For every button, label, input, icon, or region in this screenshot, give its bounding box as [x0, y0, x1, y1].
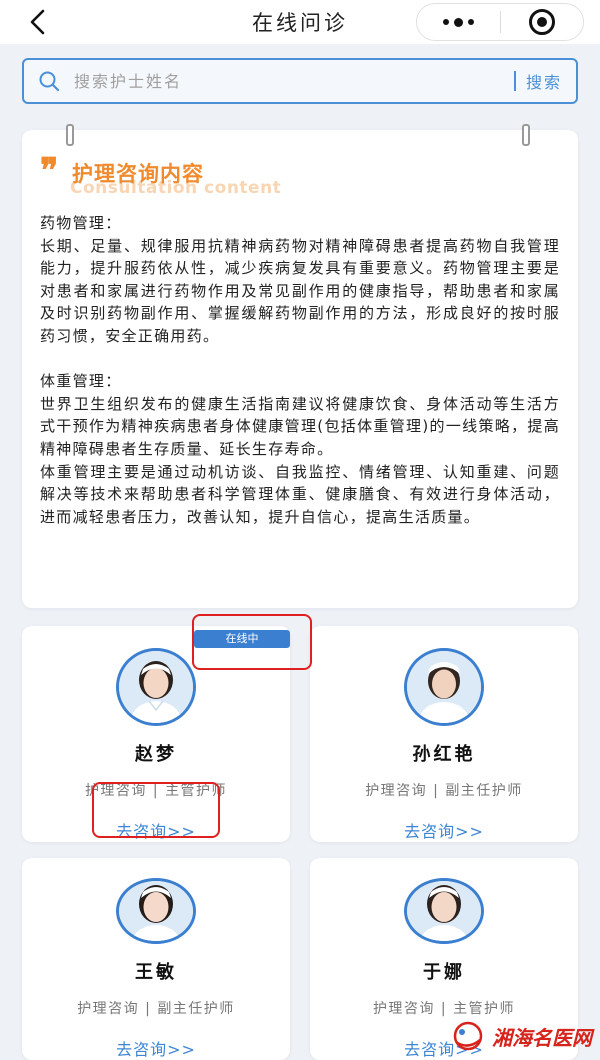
more-button[interactable] [417, 4, 500, 40]
search-icon [38, 70, 60, 92]
nurse-name: 于娜 [423, 962, 465, 983]
nurse-portrait-icon [407, 651, 481, 723]
nurse-meta: 护理咨询 | 主管护师 [373, 998, 515, 1018]
page-title: 在线问诊 [252, 11, 348, 35]
nurse-card[interactable]: 孙红艳 护理咨询 | 副主任护师 去咨询>> [310, 626, 578, 842]
nurse-service: 护理咨询 [365, 783, 428, 799]
meta-separator: | [433, 783, 440, 799]
nurse-name: 赵梦 [135, 744, 177, 765]
avatar [116, 648, 196, 726]
chevron-left-icon [30, 9, 45, 35]
mini-program-capsule [416, 3, 584, 41]
search-input[interactable] [74, 71, 514, 91]
card-clip-right [522, 124, 530, 146]
avatar [404, 648, 484, 726]
consult-content-card: Consultation content ❞ 护理咨询内容 药物管理： 长期、足… [22, 130, 578, 608]
nurse-service: 护理咨询 [77, 1001, 140, 1017]
nurse-portrait-icon [119, 651, 193, 723]
nurse-meta: 护理咨询 | 副主任护师 [77, 998, 235, 1018]
watermark-text: 湘海名医网 [492, 1025, 592, 1050]
card-title: 护理咨询内容 [72, 162, 204, 186]
nurse-name: 孙红艳 [412, 744, 476, 765]
nurse-name: 王敏 [135, 962, 177, 983]
card-clip-left [66, 124, 74, 146]
search-bar: 搜索 [22, 58, 578, 104]
meta-separator: | [145, 1001, 152, 1017]
nav-bar: 在线问诊 [0, 0, 600, 44]
meta-separator: | [440, 1001, 448, 1017]
nurse-service: 护理咨询 [372, 1001, 435, 1017]
nurse-card[interactable]: 王敏 护理咨询 | 副主任护师 去咨询>> [22, 858, 290, 1060]
consult-link[interactable]: 去咨询>> [404, 818, 484, 842]
highlight-box-consult [92, 782, 220, 838]
back-button[interactable] [22, 4, 52, 40]
avatar [404, 878, 484, 944]
nurse-portrait-icon [407, 881, 481, 941]
nurse-title: 副主任护师 [445, 783, 523, 799]
watermark-logo-icon [453, 1021, 483, 1051]
nurse-meta: 护理咨询 | 副主任护师 [365, 780, 523, 800]
nurse-title: 副主任护师 [157, 1001, 235, 1017]
consult-content-text: 药物管理： 长期、足量、规律服用抗精神病药物对精神障碍患者提高药物自我管理能力，… [40, 214, 560, 526]
highlight-box-status [192, 614, 312, 670]
more-dots-icon [443, 17, 474, 27]
card-header: Consultation content ❞ 护理咨询内容 [40, 152, 560, 202]
consult-link[interactable]: 去咨询>> [116, 1036, 196, 1060]
avatar [116, 878, 196, 944]
quote-icon: ❞ [40, 151, 59, 191]
search-divider [513, 71, 516, 91]
nurse-title: 主管护师 [453, 1001, 516, 1017]
search-button[interactable]: 搜索 [526, 69, 562, 93]
nurse-portrait-icon [119, 881, 193, 941]
target-icon [528, 9, 555, 35]
watermark: 湘海名医网 [448, 1020, 592, 1052]
close-mini-program-button[interactable] [501, 4, 583, 40]
